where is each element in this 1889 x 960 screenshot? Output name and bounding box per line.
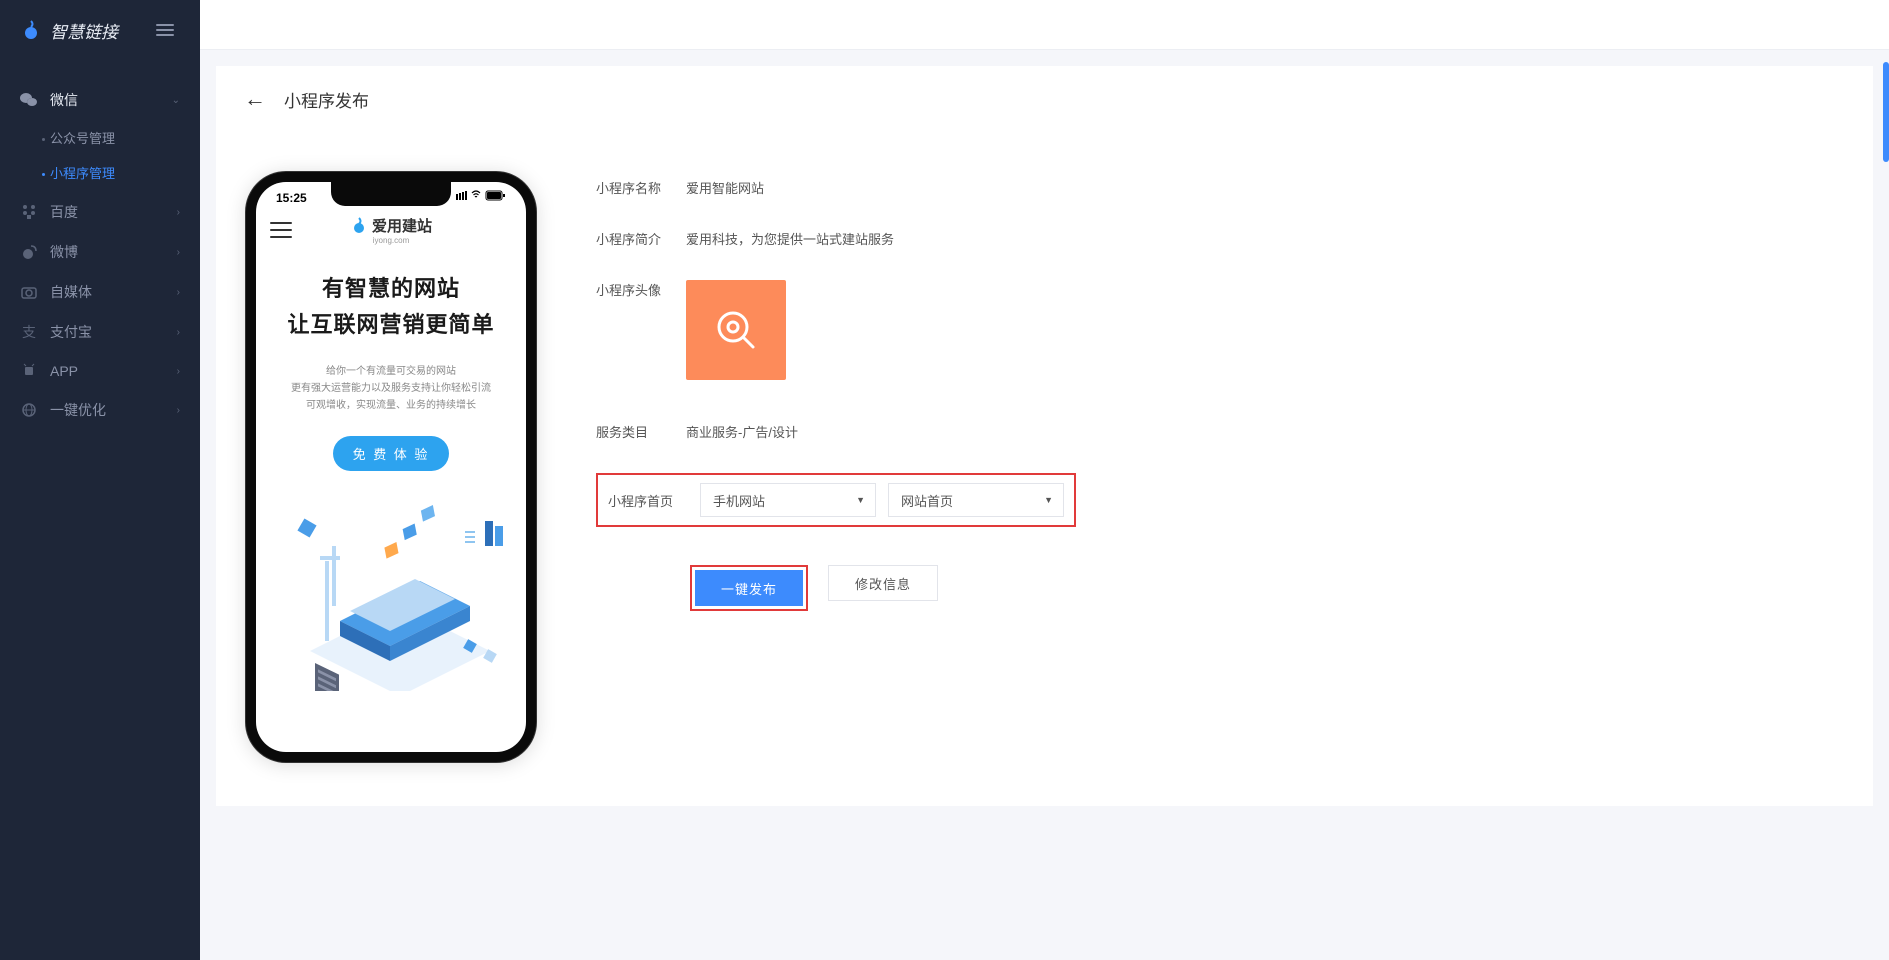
- sidebar-item-gzh[interactable]: 公众号管理: [20, 120, 200, 155]
- phone-desc-line: 给你一个有流量可交易的网站: [270, 363, 512, 380]
- chevron-right-icon: ›: [177, 247, 180, 258]
- phone-heading-1: 有智慧的网站: [270, 271, 512, 303]
- phone-mockup: 15:25: [246, 172, 536, 762]
- card: ← 小程序发布 15:25: [216, 66, 1873, 806]
- back-arrow-icon[interactable]: ←: [244, 86, 266, 112]
- chevron-right-icon: ›: [177, 366, 180, 377]
- form-row-homepage: 小程序首页 手机网站 网站首页: [596, 473, 1076, 527]
- sidebar-item-wechat[interactable]: 微信 ⌄: [0, 80, 200, 120]
- sidebar-toggle-icon[interactable]: [150, 15, 180, 45]
- baidu-icon: [20, 203, 38, 221]
- form-label: 小程序简介: [596, 229, 686, 248]
- form-row-avatar: 小程序头像: [596, 280, 1833, 380]
- phone-cta-button: 免 费 体 验: [333, 436, 450, 471]
- weibo-icon: [20, 243, 38, 261]
- app-logo[interactable]: 智慧链接: [20, 18, 118, 43]
- content-body: ← 小程序发布 15:25: [200, 50, 1889, 960]
- android-icon: [20, 362, 38, 380]
- select-homepage[interactable]: 网站首页: [888, 483, 1064, 517]
- nav-label: 自媒体: [50, 282, 177, 302]
- form-actions: 一键发布 修改信息: [690, 565, 1833, 611]
- sidebar-item-xcx[interactable]: 小程序管理: [20, 155, 200, 190]
- nav-label: 微博: [50, 242, 177, 262]
- form-row-intro: 小程序简介 爱用科技，为您提供一站式建站服务: [596, 229, 1833, 248]
- chevron-right-icon: ›: [177, 405, 180, 416]
- select-site-type[interactable]: 手机网站: [700, 483, 876, 517]
- sidebar: 智慧链接 微信 ⌄ 公众号管理: [0, 0, 200, 960]
- avatar-icon: [711, 305, 761, 355]
- nav-label: APP: [50, 363, 177, 379]
- form-label: 小程序首页: [608, 491, 688, 510]
- hamburger-icon: [270, 222, 292, 238]
- sidebar-item-baidu[interactable]: 百度 ›: [0, 192, 200, 232]
- phone-body: 有智慧的网站 让互联网营销更简单 给你一个有流量可交易的网站 更有强大运营能力以…: [256, 255, 526, 691]
- main-content: ← 小程序发布 15:25: [200, 0, 1889, 960]
- sidebar-item-alipay[interactable]: 支 支付宝 ›: [0, 312, 200, 352]
- nav-label: 一键优化: [50, 400, 177, 420]
- brand-logo-icon: [350, 217, 368, 235]
- sidebar-item-app[interactable]: APP ›: [0, 352, 200, 390]
- phone-notch: [331, 182, 451, 206]
- publish-highlight: 一键发布: [690, 565, 808, 611]
- form-label: 服务类目: [596, 422, 686, 441]
- nav-label: 百度: [50, 202, 177, 222]
- sidebar-item-seo[interactable]: 一键优化 ›: [0, 390, 200, 430]
- globe-icon: [20, 401, 38, 419]
- select-value: 网站首页: [901, 491, 953, 510]
- select-value: 手机网站: [713, 491, 765, 510]
- status-icons: [456, 190, 506, 205]
- phone-desc-line: 更有强大运营能力以及服务支持让你轻松引流: [270, 380, 512, 397]
- form-value: 商业服务-广告/设计: [686, 422, 798, 441]
- camera-icon: [20, 283, 38, 301]
- phone-brand: 爱用建站 iyong.com: [292, 215, 490, 245]
- form-row-category: 服务类目 商业服务-广告/设计: [596, 422, 1833, 441]
- phone-brand-sub: iyong.com: [373, 236, 409, 245]
- topbar: [200, 0, 1889, 50]
- phone-screen: 15:25: [256, 182, 526, 752]
- form-value: 爱用智能网站: [686, 178, 764, 197]
- logo-text: 智慧链接: [50, 18, 118, 43]
- svg-text:支: 支: [22, 324, 36, 340]
- form-label: 小程序头像: [596, 280, 686, 299]
- phone-illustration: [270, 491, 512, 691]
- nav-sub-label: 小程序管理: [50, 163, 115, 182]
- card-header: ← 小程序发布: [216, 66, 1873, 132]
- form-label: 小程序名称: [596, 178, 686, 197]
- sidebar-item-zimeiti[interactable]: 自媒体 ›: [0, 272, 200, 312]
- nav-label: 微信: [50, 90, 172, 110]
- form-area: 小程序名称 爱用智能网站 小程序简介 爱用科技，为您提供一站式建站服务 小程序头…: [596, 172, 1833, 762]
- nav-label: 支付宝: [50, 322, 177, 342]
- publish-button[interactable]: 一键发布: [695, 570, 803, 606]
- phone-heading-2: 让互联网营销更简单: [270, 307, 512, 339]
- phone-brand-name: 爱用建站: [372, 215, 432, 236]
- nav-sub-label: 公众号管理: [50, 128, 115, 147]
- sidebar-nav: 微信 ⌄ 公众号管理 小程序管理 百度 ›: [0, 60, 200, 430]
- scrollbar-thumb[interactable]: [1883, 62, 1889, 162]
- sidebar-item-weibo[interactable]: 微博 ›: [0, 232, 200, 272]
- avatar: [686, 280, 786, 380]
- status-time: 15:25: [276, 191, 307, 205]
- chevron-right-icon: ›: [177, 287, 180, 298]
- logo-icon: [20, 19, 42, 41]
- chevron-down-icon: ⌄: [172, 95, 180, 106]
- phone-header: 爱用建站 iyong.com: [256, 209, 526, 255]
- sidebar-header: 智慧链接: [0, 0, 200, 60]
- wechat-icon: [20, 91, 38, 109]
- chevron-right-icon: ›: [177, 327, 180, 338]
- form-value: 爱用科技，为您提供一站式建站服务: [686, 229, 894, 248]
- alipay-icon: 支: [20, 323, 38, 341]
- form-row-name: 小程序名称 爱用智能网站: [596, 178, 1833, 197]
- phone-desc-line: 可观增收，实现流量、业务的持续增长: [270, 397, 512, 414]
- page-title: 小程序发布: [284, 87, 369, 112]
- modify-button[interactable]: 修改信息: [828, 565, 938, 601]
- chevron-right-icon: ›: [177, 207, 180, 218]
